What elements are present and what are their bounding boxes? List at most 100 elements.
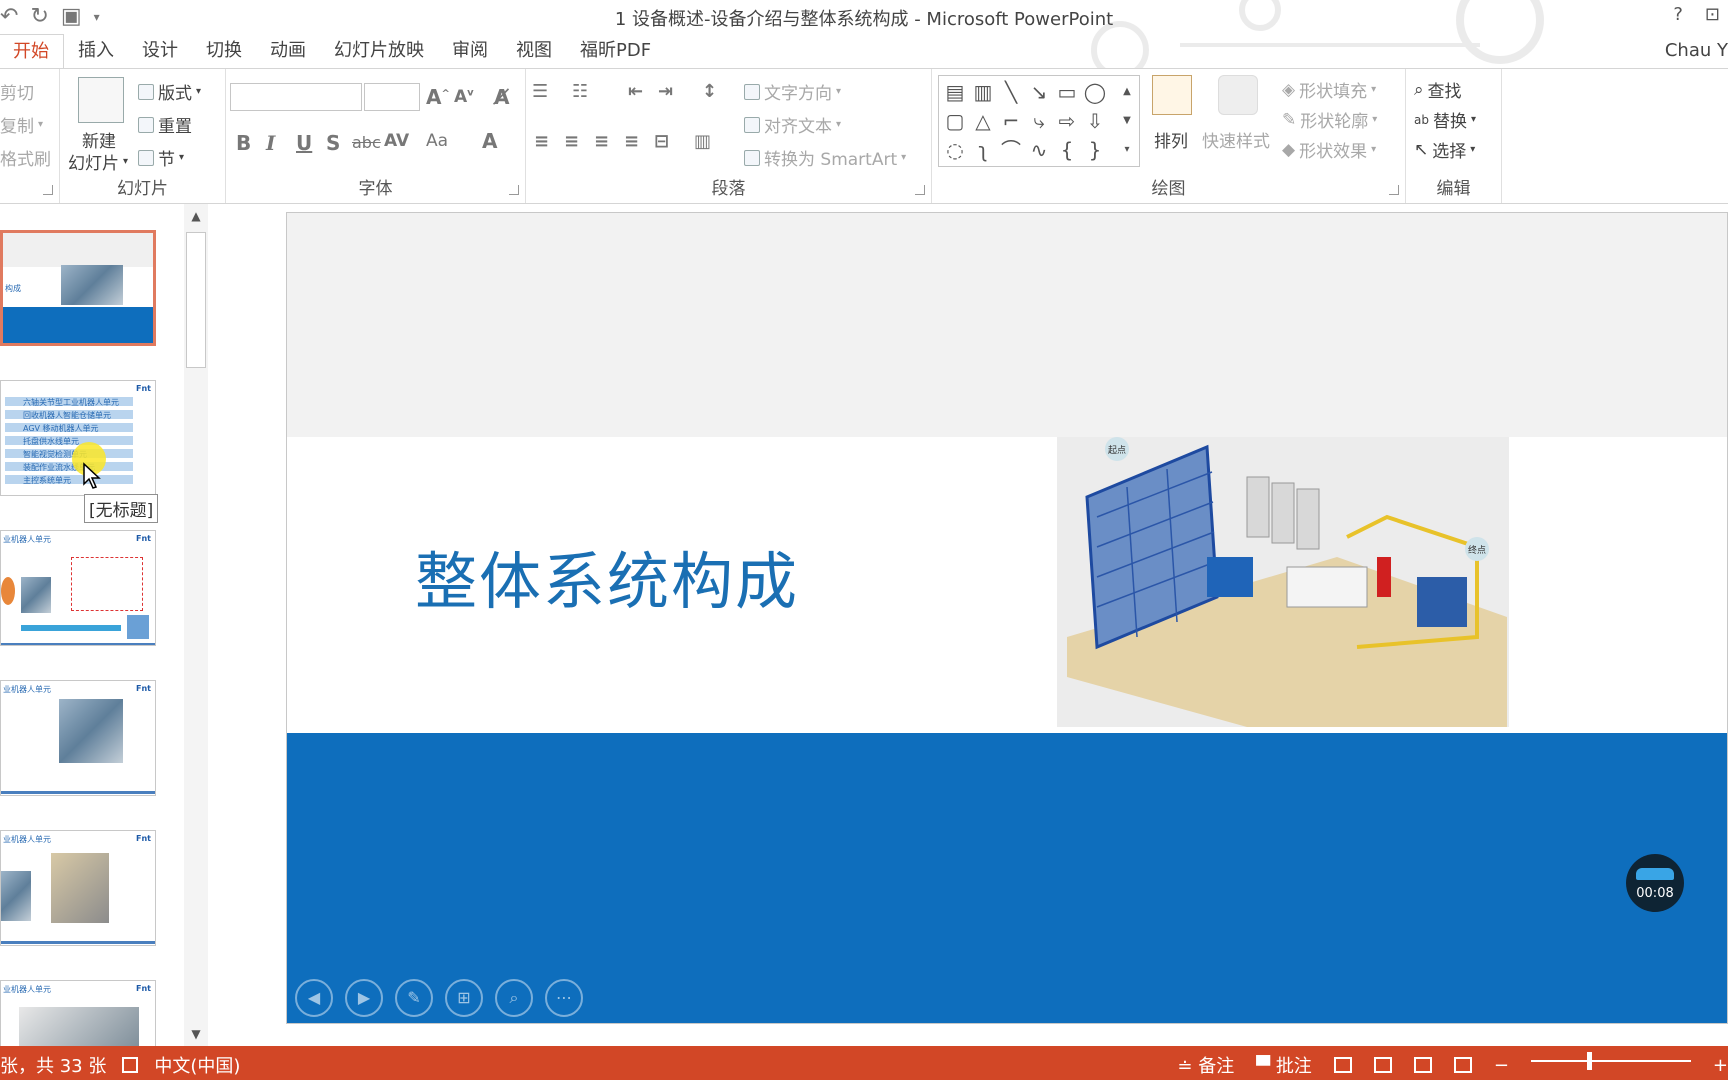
font-launcher-icon[interactable] [509,185,519,195]
vertical-text-box-shape-icon[interactable]: ▥ [969,78,997,106]
system-layout-image[interactable]: 起点 终点 [1057,437,1509,727]
curve-shape-icon[interactable]: ∿ [1025,136,1053,164]
select-button[interactable]: ↖ 选择 ▾ [1414,137,1475,163]
zoom-in-icon[interactable]: + [1713,1055,1728,1076]
see-all-slides-icon[interactable]: ⊞ [445,979,483,1017]
gallery-more-icon[interactable]: ▾ [1113,136,1141,164]
layout-button[interactable]: 版式 ▾ [138,79,201,104]
normal-view-icon[interactable] [1333,1057,1352,1073]
new-slide-dropdown[interactable]: 幻灯片 ▾ [68,149,128,174]
rounded-rect-shape-icon[interactable]: ▢ [941,107,969,135]
tab-home[interactable]: 开始 [0,34,64,68]
tab-animations[interactable]: 动画 [256,34,320,68]
tab-design[interactable]: 设计 [128,34,192,68]
arc-shape-icon[interactable]: ⌒ [997,136,1025,164]
reset-button[interactable]: 重置 [138,112,192,137]
format-painter-button[interactable]: 格式刷 [0,145,51,170]
italic-icon[interactable]: I [266,131,275,155]
tab-insert[interactable]: 插入 [64,34,128,68]
distributed-icon[interactable]: ⊟ [654,131,669,152]
paragraph-launcher-icon[interactable] [915,185,925,195]
freeform-shape-icon[interactable]: ◌ [941,136,969,164]
tab-review[interactable]: 审阅 [438,34,502,68]
slide-sorter-icon[interactable] [1373,1057,1392,1073]
align-center-icon[interactable]: ≡ [564,131,579,152]
convert-smartart-button[interactable]: 转换为 SmartArt ▾ [744,145,906,170]
ribbon-display-options-icon[interactable]: ⊡ [1705,4,1720,25]
align-left-icon[interactable]: ≡ [534,131,549,152]
tab-foxit-pdf[interactable]: 福昕PDF [566,34,665,68]
shrink-font-icon[interactable]: Av [454,87,474,107]
line-shape-icon[interactable]: ╲ [997,78,1025,106]
tab-slideshow[interactable]: 幻灯片放映 [320,34,438,68]
copy-button[interactable]: 复制 ▾ [0,112,43,137]
justify-icon[interactable]: ≡ [624,131,639,152]
pen-icon[interactable]: ✎ [395,979,433,1017]
slide-thumbnail-6[interactable]: 业机器人单元 Fnt [0,980,156,1050]
down-arrow-shape-icon[interactable]: ⇩ [1081,107,1109,135]
drawing-launcher-icon[interactable] [1389,185,1399,195]
elbow-arrow-shape-icon[interactable]: ⤷ [1025,107,1053,135]
right-brace-shape-icon[interactable]: } [1081,136,1109,164]
zoom-slider-knob[interactable] [1586,1052,1592,1070]
shape-fill-button[interactable]: ◈ 形状填充 ▾ [1282,77,1376,103]
gallery-scroll-up-icon[interactable]: ▲ [1113,78,1141,106]
clear-formatting-icon[interactable]: A̸ [494,85,509,109]
text-box-shape-icon[interactable]: ▤ [941,78,969,106]
next-icon[interactable]: ▶ [345,979,383,1017]
quick-styles-icon[interactable] [1218,75,1258,115]
section-button[interactable]: 节 ▾ [138,145,184,170]
zoom-icon[interactable]: ⌕ [495,979,533,1017]
replace-button[interactable]: ab 替换 ▾ [1414,107,1476,132]
grow-font-icon[interactable]: A^ [426,85,450,109]
slide-thumbnail-5[interactable]: 业机器人单元 Fnt [0,830,156,946]
previous-icon[interactable]: ◀ [295,979,333,1017]
tab-transitions[interactable]: 切换 [192,34,256,68]
left-brace-shape-icon[interactable]: { [1053,136,1081,164]
help-icon[interactable]: ? [1673,4,1683,25]
increase-indent-icon[interactable]: ⇥ [658,81,673,102]
scroll-up-icon[interactable]: ▲ [184,204,208,228]
new-slide-icon[interactable] [78,77,124,123]
cut-button[interactable]: 剪切 [0,79,34,104]
scroll-down-icon[interactable]: ▼ [184,1022,208,1046]
columns-icon[interactable]: ▥ [694,131,711,152]
comments-button[interactable]: ▀ 批注 [1256,1052,1312,1078]
align-right-icon[interactable]: ≡ [594,131,609,152]
decrease-indent-icon[interactable]: ⇤ [628,81,643,102]
underline-icon[interactable]: U [296,131,312,155]
align-text-button[interactable]: 对齐文本 ▾ [744,112,841,137]
zoom-slider[interactable] [1530,1052,1691,1070]
font-size-combo[interactable] [364,83,420,111]
line-spacing-icon[interactable]: ↕ [702,81,717,102]
current-slide[interactable]: 整体系统构成 起点 终点 ◀ ▶ ✎ ⊞ ⌕ ⋯ [286,212,1728,1024]
language-indicator[interactable]: 中文(中国) [154,1052,240,1078]
arrange-icon[interactable] [1152,75,1192,115]
change-case-icon[interactable]: Aa [426,131,448,151]
strikethrough-icon[interactable]: abc [352,133,381,152]
shapes-gallery[interactable]: ▤ ▥ ╲ ↘ ▭ ◯ ▢ △ ⌐ ⤷ ⇨ ⇩ ◌ ʅ ⌒ ∿ { } ▲ ▼ … [938,75,1140,167]
bold-icon[interactable]: B [236,131,251,155]
arrow-line-shape-icon[interactable]: ↘ [1025,78,1053,106]
slide-thumbnail-4[interactable]: 业机器人单元 Fnt [0,680,156,796]
font-color-icon[interactable]: A [482,129,497,153]
bullets-icon[interactable]: ☰ [532,81,548,102]
tab-view[interactable]: 视图 [502,34,566,68]
elbow-connector-shape-icon[interactable]: ⌐ [997,107,1025,135]
text-direction-button[interactable]: 文字方向 ▾ [744,79,841,104]
shadow-icon[interactable]: S [326,131,340,155]
clipboard-launcher-icon[interactable] [43,185,53,195]
slide-thumbnail-1[interactable]: 构成 [0,230,156,346]
notes-button[interactable]: ≐ 备注 [1177,1052,1234,1078]
more-options-icon[interactable]: ⋯ [545,979,583,1017]
thumbnail-scrollbar[interactable]: ▲ ▼ [184,204,208,1046]
spell-check-icon[interactable] [122,1057,139,1073]
zoom-out-icon[interactable]: − [1494,1055,1509,1076]
rectangle-shape-icon[interactable]: ▭ [1053,78,1081,106]
slide-title[interactable]: 整体系统构成 [415,531,799,621]
slideshow-view-icon[interactable] [1453,1057,1472,1073]
triangle-shape-icon[interactable]: △ [969,107,997,135]
gallery-scroll-down-icon[interactable]: ▼ [1113,107,1141,135]
slide-thumbnail-2[interactable]: Fnt 六轴关节型工业机器人单元 回收机器人智能仓储单元 AGV 移动机器人单元… [0,380,156,496]
arrange-button[interactable]: 排列 [1154,127,1188,152]
